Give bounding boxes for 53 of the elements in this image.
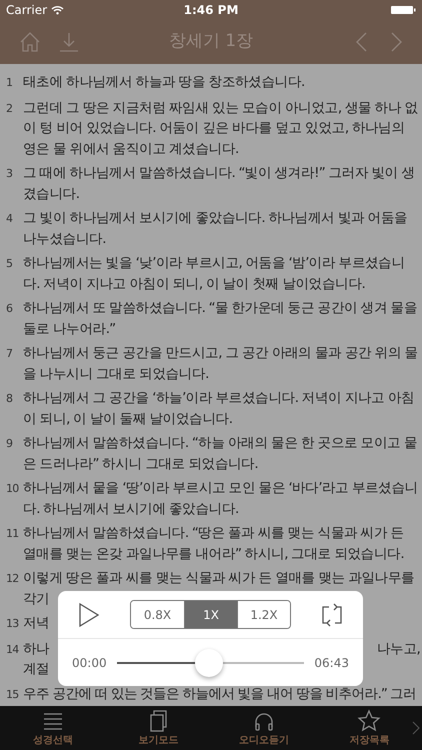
verse-text: 하나님께서 둥근 공간을 만드시고, 그 공간 아래의 물과 공간 위의 물을 나누시니 그대로 되었습니다. — [23, 344, 419, 384]
speed-segment[interactable]: 1.2X — [237, 601, 290, 628]
tab-item[interactable]: 저장목록 — [316, 708, 422, 748]
verse-text: 나누고, — [376, 640, 420, 658]
verse-text: 저녁 — [23, 614, 50, 633]
speed-segment[interactable]: 1X — [184, 601, 237, 628]
tab-item[interactable]: 오디오듣기 — [211, 708, 316, 748]
verse-number: 4 — [6, 211, 14, 227]
verse-number: 15 — [6, 686, 20, 702]
verse-text: 그 빛이 하나님께서 보시기에 좋았습니다. 하나님께서 빛과 어둠을 나누셨습니다. — [23, 209, 408, 248]
verse-text: 이렇게 땅은 풀과 씨를 맺는 식물과 씨가 든 열매를 맺는 과일나무를 — [23, 569, 414, 588]
verse-number: 13 — [6, 616, 20, 632]
verse-number: 3 — [6, 166, 14, 182]
verse-number: 14 — [6, 642, 20, 658]
wifi-icon — [51, 5, 64, 15]
verse-text: 각기 — [23, 590, 50, 608]
verse-number: 10 — [6, 481, 20, 497]
total-time: 06:43 — [314, 654, 349, 672]
verse-text: 그 때에 하나님께서 말씀하셨습니다. “빛이 생겨라!” 그러자 빛이 생겼습니다. — [23, 164, 416, 204]
tab-item[interactable]: 성경선택 — [0, 708, 106, 748]
verse-text: 하나님께서 또 말씀하셨습니다. “물 한가운데 둥근 공간이 생겨 물을 둘로 나누어라.” — [23, 299, 418, 338]
verse-text: 그런데 그 땅은 지금처럼 짜임새 있는 모습이 아니었고, 생물 하나 없이 텅 비어 있었습니다. 어둠이 깊은 바다를 덮고 있었고, 하나님의 영은 물 위에서 움직이고 계셨습니다. — [23, 98, 419, 158]
verse-text: 하나님께서 그 공간을 ‘하늘’이라 부르셨습니다. 저녁이 지나고 아침이 되니, 이 날이 둘째 날이었습니다. — [23, 389, 416, 428]
tab-item[interactable]: 보기모드 — [106, 708, 211, 748]
verse-text: 하나님께서 말씀하셨습니다. “하늘 아래의 물은 한 곳으로 모이고 뭍은 드러나라” 하시니 그대로 되었습니다. — [23, 434, 418, 474]
slider-thumb[interactable] — [194, 648, 223, 676]
repeat-icon[interactable] — [321, 602, 343, 626]
verse-number: 2 — [6, 100, 14, 116]
home-icon[interactable] — [18, 30, 42, 54]
verse-text: 하나님께서는 빛을 ‘낮’이라 부르시고, 어둠을 ‘밤’이라 부르셨습니다. 저녁이 지나고 아침이 되니, 이 날이 첫째 날이었습니다. — [23, 254, 406, 294]
star-icon — [357, 708, 382, 732]
verse-number: 5 — [6, 256, 14, 272]
progress-slider[interactable] — [116, 648, 304, 676]
verse-text: 계절 — [23, 660, 50, 679]
verse-number: 12 — [6, 571, 20, 587]
play-button[interactable] — [78, 602, 100, 628]
download-icon[interactable] — [58, 31, 80, 53]
verse-text: 하나님께서 뭍을 ‘땅’이라 부르시고 모인 물은 ‘바다’라고 부르셨습니다. 하나님께서 보시기에 좋았습니다. — [23, 479, 419, 518]
verse-number: 1 — [6, 75, 14, 91]
clock-time: 1:46 PM — [184, 2, 238, 19]
verse-text: 하나 — [23, 640, 50, 658]
verse-number: 6 — [6, 301, 14, 317]
elapsed-time: 00:00 — [72, 654, 107, 672]
chevron-right-icon — [412, 721, 420, 735]
battery-icon — [391, 5, 416, 15]
verse-number: 8 — [6, 391, 14, 407]
verse-number: 11 — [6, 526, 20, 542]
verse-number: 9 — [6, 436, 14, 452]
verse-number: 7 — [6, 346, 14, 362]
carrier-label: Carrier — [6, 2, 48, 19]
verse-text: 하나님께서 말씀하셨습니다. “땅은 풀과 씨를 맺는 식물과 씨가 든 열매를 맺는 온갖 과일나무를 내어라” 하시니, 그대로 되었습니다. — [23, 524, 405, 564]
verse-text: 우주 공간에 떠 있는 것들은 하늘에서 빛을 내어 땅을 비추어라.” 그러 — [23, 684, 416, 704]
verse-text: 태초에 하나님께서 하늘과 땅을 창조하셨습니다. — [23, 73, 306, 92]
